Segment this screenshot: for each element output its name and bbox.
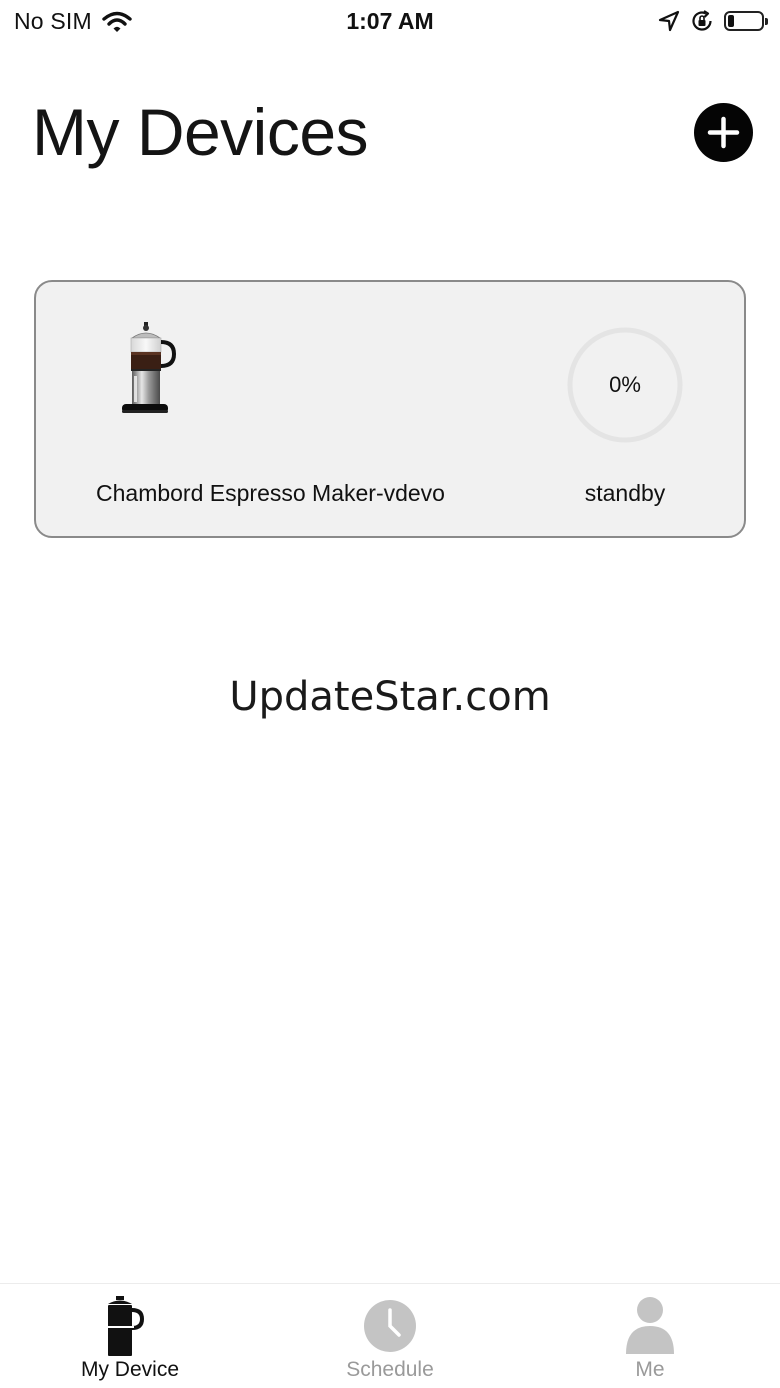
plus-icon (707, 116, 740, 149)
tab-label: My Device (80, 1358, 180, 1381)
rotation-lock-icon (692, 10, 712, 31)
user-icon (626, 1297, 674, 1354)
tab-bar: My Device Schedule Me (0, 1283, 780, 1388)
tab-me[interactable]: Me (520, 1284, 780, 1388)
device-name: Chambord Espresso Maker-vdevo (96, 480, 445, 506)
espresso-maker-image (122, 322, 177, 413)
status-bar: No SIM 1:07 AM (0, 0, 780, 44)
progress-value: 0% (609, 372, 641, 397)
tab-schedule[interactable]: Schedule (260, 1284, 520, 1388)
tab-label: Schedule (346, 1358, 434, 1381)
watermark: UpdateStar.com (229, 674, 551, 720)
page-title: My Devices (32, 95, 369, 169)
coffee-pot-icon (106, 1296, 145, 1356)
battery-icon (724, 11, 768, 31)
device-status: standby (584, 480, 666, 506)
battery-level (728, 15, 734, 27)
clock-icon (364, 1300, 416, 1352)
tab-label: Me (635, 1358, 665, 1381)
location-arrow-icon (658, 10, 680, 32)
device-card[interactable]: Chambord Espresso Maker-vdevo 0% standby (34, 280, 746, 538)
status-right (658, 9, 768, 33)
tab-my-device[interactable]: My Device (0, 1284, 260, 1388)
add-device-button[interactable] (694, 103, 753, 162)
